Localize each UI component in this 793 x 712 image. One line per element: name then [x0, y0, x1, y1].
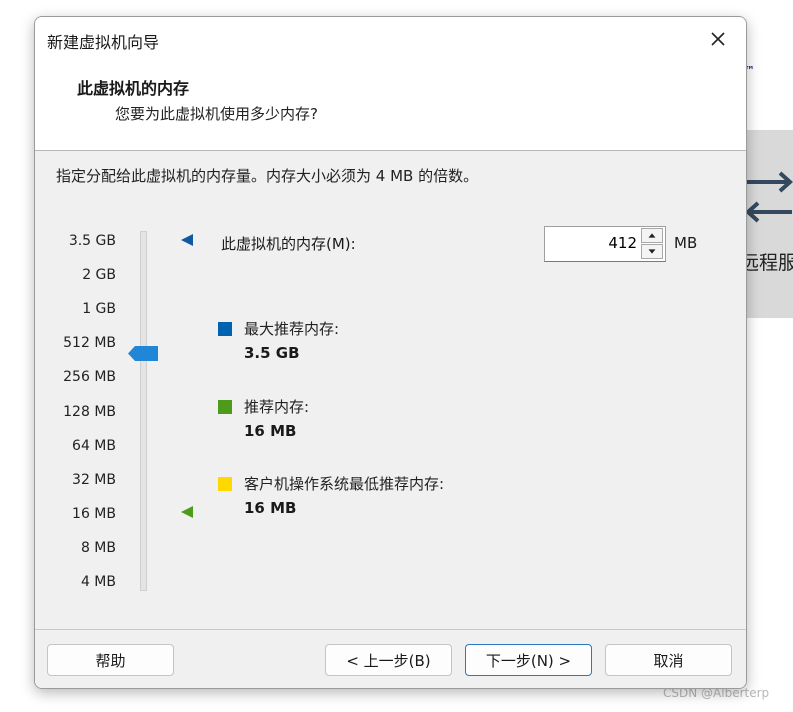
memory-label: 此虚拟机的内存(M): [221, 235, 356, 253]
guest-min-recommended-label: 客户机操作系统最低推荐内存: [244, 475, 445, 493]
max-recommended-label: 最大推荐内存: [244, 320, 340, 338]
help-button[interactable]: 帮助 [47, 644, 174, 676]
scale-tick: 3.5 GB [68, 233, 116, 249]
max-recommended-swatch [218, 322, 232, 336]
memory-slider-thumb[interactable] [128, 346, 158, 361]
spin-up-icon[interactable] [641, 228, 663, 243]
cancel-button[interactable]: 取消 [605, 644, 732, 676]
scale-tick: 64 MB [72, 438, 116, 454]
scale-tick: 1 GB [82, 301, 116, 317]
close-icon[interactable] [698, 23, 738, 55]
background-partial-text: 远程服 [740, 252, 793, 274]
guest-min-recommended-swatch [218, 477, 232, 491]
recommended-label: 推荐内存: [244, 398, 310, 416]
scale-tick: 32 MB [72, 472, 116, 488]
transfer-arrows-icon [745, 171, 793, 223]
wizard-header: 此虚拟机的内存 您要为此虚拟机使用多少内存? [35, 61, 746, 151]
memory-input[interactable] [547, 229, 637, 257]
scale-tick: 128 MB [63, 404, 116, 420]
page-subtitle: 您要为此虚拟机使用多少内存? [115, 105, 318, 123]
next-button[interactable]: 下一步(N) > [465, 644, 592, 676]
scale-tick: 8 MB [80, 540, 116, 556]
scale-tick: 4 MB [80, 574, 116, 590]
scale-tick: 256 MB [63, 369, 116, 385]
scale-tick: 16 MB [72, 506, 116, 522]
back-button[interactable]: < 上一步(B) [325, 644, 452, 676]
recommended-value: 16 MB [244, 422, 297, 440]
memory-unit: MB [674, 234, 698, 252]
button-bar: 帮助 < 上一步(B) 下一步(N) > 取消 [35, 629, 746, 688]
scale-tick: 2 GB [82, 267, 116, 283]
memory-spinbox[interactable] [544, 226, 666, 262]
max-recommended-value: 3.5 GB [244, 344, 300, 362]
scale-tick: 512 MB [63, 335, 116, 351]
memory-description: 指定分配给此虚拟机的内存量。内存大小必须为 4 MB 的倍数。 [56, 167, 479, 185]
page-title: 此虚拟机的内存 [77, 79, 190, 98]
memory-slider-track[interactable] [140, 231, 147, 591]
guest-min-recommended-value: 16 MB [244, 499, 297, 517]
spin-down-icon[interactable] [641, 244, 663, 259]
dialog-title: 新建虚拟机向导 [47, 33, 160, 52]
recommended-swatch [218, 400, 232, 414]
recommended-marker-icon [181, 506, 193, 518]
new-vm-wizard-dialog: 新建虚拟机向导 此虚拟机的内存 您要为此虚拟机使用多少内存? 指定分配给此虚拟机… [34, 16, 747, 689]
max-recommended-marker-icon [181, 234, 193, 246]
title-bar[interactable]: 新建虚拟机向导 [35, 17, 746, 61]
